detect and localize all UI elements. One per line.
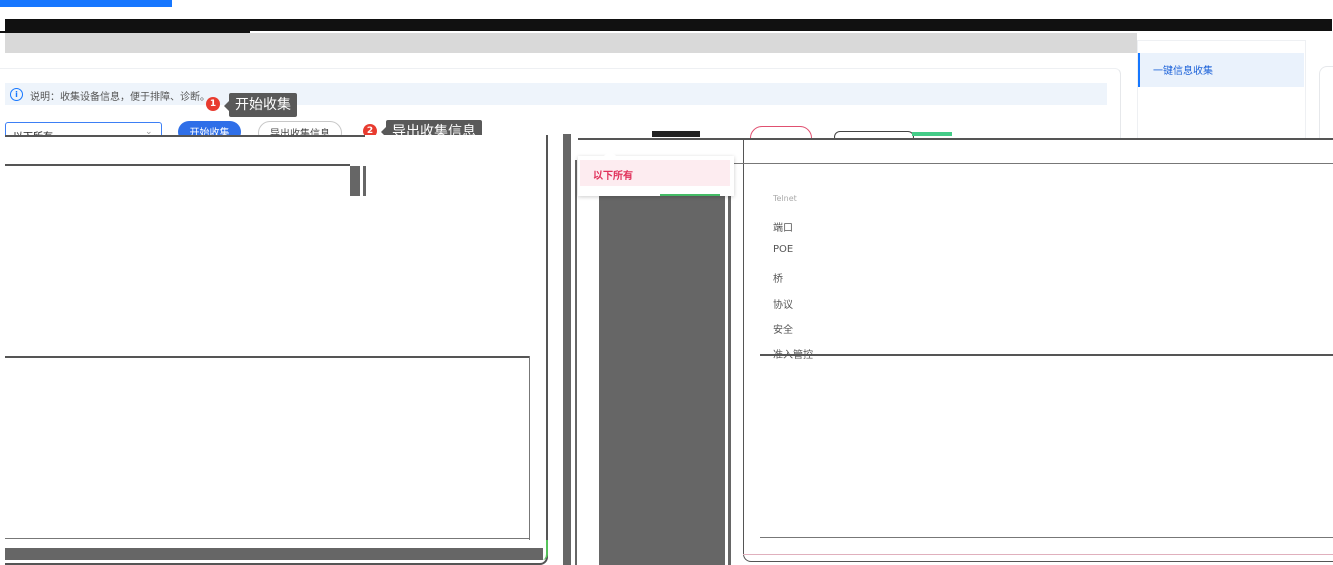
- menu-item[interactable]: 安全: [773, 321, 793, 336]
- tab-strip: [5, 33, 1137, 53]
- scrollbar-edge: [363, 166, 366, 196]
- step-1-badge: 1: [206, 97, 220, 111]
- right-edge-card: [1319, 66, 1333, 141]
- horizontal-scrollbar[interactable]: [5, 548, 543, 560]
- result-panel-left: [5, 135, 548, 565]
- info-circle-icon: i: [10, 88, 23, 101]
- step-1-tooltip: 开始收集: [229, 93, 297, 117]
- divider: [5, 538, 530, 539]
- divider: [5, 164, 350, 166]
- menu-item[interactable]: POE: [773, 244, 793, 255]
- panel-corner: [540, 540, 548, 560]
- divider: [578, 138, 1333, 140]
- dropdown-list-overlay: [599, 196, 725, 565]
- menu-item[interactable]: Telnet: [773, 194, 797, 203]
- menu-item[interactable]: 端口: [773, 219, 793, 234]
- splitter-edge: [575, 160, 577, 565]
- dropdown-arrow: [604, 150, 616, 156]
- dropdown-option-label: 以下所有: [593, 171, 633, 182]
- divider: [760, 537, 1333, 538]
- divider: [743, 554, 1333, 555]
- glitch-band: [5, 19, 1332, 31]
- nav-item-label: 一键信息收集: [1153, 66, 1213, 77]
- divider: [5, 356, 530, 358]
- glitch-band: [652, 131, 700, 137]
- top-accent-bar: [0, 0, 172, 7]
- divider: [728, 163, 1333, 164]
- info-description: 说明：收集设备信息，便于排障、诊断。: [30, 92, 210, 103]
- splitter[interactable]: [563, 134, 571, 565]
- divider: [529, 356, 530, 540]
- glitch-band: [912, 132, 952, 136]
- glitch-band: [660, 194, 720, 196]
- menu-item[interactable]: 协议: [773, 296, 793, 311]
- divider: [760, 354, 1333, 356]
- dropdown-list-edge: [728, 196, 731, 565]
- menu-item[interactable]: 准入管控: [773, 346, 813, 361]
- result-panel-right: [743, 138, 1333, 562]
- panel-notch: [365, 135, 546, 165]
- scrollbar[interactable]: [350, 166, 360, 196]
- menu-item[interactable]: 桥: [773, 270, 783, 285]
